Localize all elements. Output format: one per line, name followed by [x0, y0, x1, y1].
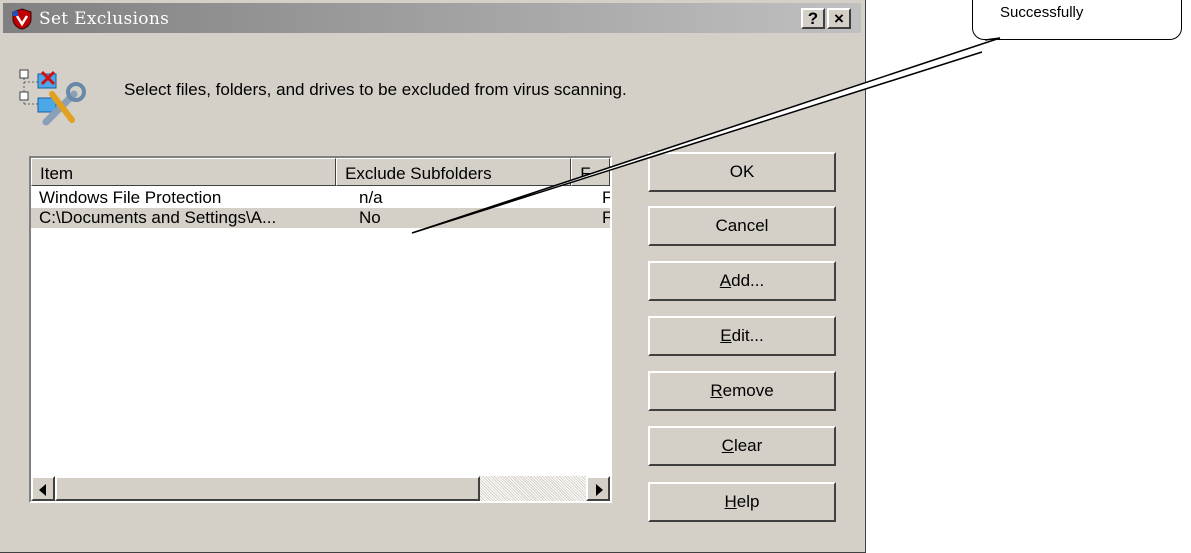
horizontal-scrollbar[interactable]: [31, 476, 610, 501]
remove-label: emove: [722, 381, 774, 400]
help-label: elp: [736, 492, 760, 511]
exclusions-list[interactable]: Item Exclude Subfolders F Windows File P…: [29, 156, 612, 503]
edit-button[interactable]: Edit...: [648, 316, 836, 356]
scrollbar-thumb[interactable]: [55, 476, 480, 501]
scroll-right-button[interactable]: [586, 476, 610, 501]
remove-mnemonic: R: [710, 381, 723, 400]
instruction-text: Select files, folders, and drives to be …: [124, 80, 627, 99]
list-header: Item Exclude Subfolders F: [31, 158, 610, 186]
title-bar[interactable]: Set Exclusions ? ×: [3, 3, 861, 33]
cell-truncated: F: [602, 188, 612, 207]
scrollbar-track[interactable]: [480, 476, 586, 501]
shield-icon: [12, 8, 32, 30]
add-mnemonic: A: [719, 271, 732, 290]
help-mnemonic: H: [724, 492, 737, 511]
cell-exclude-subfolders: No: [359, 208, 381, 227]
clear-mnemonic: C: [721, 436, 734, 455]
arrow-left-icon: [39, 484, 46, 496]
edit-label: dit...: [731, 326, 764, 345]
add-button[interactable]: Add...: [648, 261, 836, 301]
cell-exclude-subfolders: n/a: [359, 188, 383, 207]
cell-item: Windows File Protection: [39, 188, 222, 207]
window-title: Set Exclusions: [39, 9, 170, 29]
arrow-right-icon: [596, 484, 603, 496]
cell-truncated: F: [602, 208, 612, 227]
clear-button[interactable]: Clear: [648, 426, 836, 466]
help-title-button[interactable]: ?: [801, 8, 825, 29]
exclusion-tools-icon: [19, 69, 86, 126]
column-header-truncated[interactable]: F: [571, 158, 610, 186]
column-header-item[interactable]: Item: [31, 158, 337, 186]
cell-item: C:\Documents and Settings\A...: [39, 208, 277, 227]
edit-mnemonic: E: [720, 326, 732, 345]
add-label: dd...: [731, 271, 765, 290]
remove-button[interactable]: Remove: [648, 371, 836, 411]
close-button[interactable]: ×: [827, 8, 851, 29]
cancel-button[interactable]: Cancel: [648, 206, 836, 246]
list-row-selected[interactable]: C:\Documents and Settings\A... No F: [31, 208, 610, 228]
help-button[interactable]: Help: [648, 482, 836, 522]
list-row[interactable]: Windows File Protection n/a F: [31, 188, 610, 208]
set-exclusions-dialog: Set Exclusions ? × Select files, folders…: [0, 0, 866, 553]
clear-label: lear: [733, 436, 763, 455]
callout-text: Successfully: [1000, 4, 1084, 21]
scroll-left-button[interactable]: [31, 476, 55, 501]
column-header-exclude-subfolders[interactable]: Exclude Subfolders: [336, 158, 572, 186]
ok-button[interactable]: OK: [648, 152, 836, 192]
